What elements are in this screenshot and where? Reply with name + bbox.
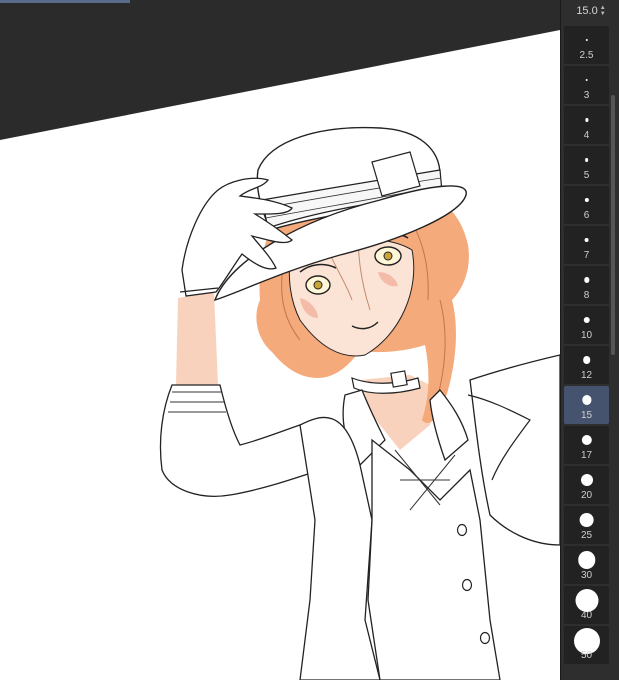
current-size-value: 15.0 (576, 5, 598, 17)
brush-size-label: 20 (580, 490, 593, 501)
forearm-skin (176, 292, 218, 385)
brush-preview-dot (584, 197, 589, 203)
brush-size-readout[interactable]: 15.0 ▲ ▼ (565, 2, 617, 20)
brush-preview-dot (575, 588, 598, 612)
brush-size-item[interactable]: 5 (564, 146, 609, 184)
brush-size-label: 50 (580, 650, 593, 661)
right-pupil (383, 251, 393, 261)
brush-size-item[interactable]: 50 (564, 626, 609, 664)
brush-size-item[interactable]: 30 (564, 546, 609, 584)
brush-size-label: 10 (580, 330, 593, 341)
button-2 (461, 578, 473, 592)
brush-size-item[interactable]: 40 (564, 586, 609, 624)
brush-size-label: 2.5 (579, 50, 594, 61)
left-pupil (313, 280, 323, 290)
button-1 (456, 523, 468, 537)
size-stepper-icon[interactable]: ▲ ▼ (600, 5, 606, 17)
brush-size-item[interactable]: 17 (564, 426, 609, 464)
brush-list-scrollbar[interactable] (611, 95, 615, 355)
brush-preview-dot (584, 118, 589, 122)
button-3 (479, 631, 491, 645)
brush-size-label: 17 (580, 450, 593, 461)
brush-size-item[interactable]: 10 (564, 306, 609, 344)
choker-buckle (390, 370, 408, 388)
brush-preview-dot (581, 395, 592, 405)
brush-size-item[interactable]: 4 (564, 106, 609, 144)
brush-preview-dot (580, 474, 593, 486)
brush-size-label: 6 (583, 210, 590, 221)
brush-size-item[interactable]: 3 (564, 66, 609, 104)
brush-preview-dot (584, 158, 589, 162)
drawing-canvas[interactable] (0, 0, 560, 680)
brush-size-label: 12 (580, 370, 593, 381)
brush-size-item[interactable]: 2.5 (564, 26, 609, 64)
brush-size-item[interactable]: 6 (564, 186, 609, 224)
brush-size-item[interactable]: 8 (564, 266, 609, 304)
brush-preview-dot (585, 78, 588, 82)
brush-size-list: 2.5 3 4 5 6 7 8 10 12 15 17 20 25 30 40 50 (564, 26, 609, 666)
brush-preview-dot (579, 512, 594, 528)
brush-preview-dot (584, 237, 589, 243)
brush-size-item[interactable]: 7 (564, 226, 609, 264)
artwork (0, 30, 560, 680)
brush-size-item[interactable]: 15 (564, 386, 609, 424)
brush-size-label: 3 (583, 90, 590, 101)
brush-preview-dot (583, 316, 590, 324)
brush-preview-dot (585, 38, 588, 42)
chevron-down-icon[interactable]: ▼ (600, 11, 606, 17)
brush-preview-dot (581, 434, 592, 446)
brush-size-label: 15 (580, 410, 593, 421)
brush-size-label: 40 (580, 610, 593, 621)
brush-size-panel: 15.0 ▲ ▼ 2.5 3 4 5 6 7 8 10 12 15 17 20 25 30 40 50 (560, 0, 619, 680)
brush-size-label: 8 (583, 290, 590, 301)
brush-preview-dot (582, 356, 591, 364)
brush-size-item[interactable]: 12 (564, 346, 609, 384)
brush-size-item[interactable]: 25 (564, 506, 609, 544)
brush-size-label: 30 (580, 570, 593, 581)
brush-size-label: 4 (583, 130, 590, 141)
brush-preview-dot (577, 551, 596, 569)
brush-size-item[interactable]: 20 (564, 466, 609, 504)
brush-size-label: 5 (583, 170, 590, 181)
brush-preview-dot (583, 277, 590, 283)
brush-size-label: 25 (580, 530, 593, 541)
brush-size-label: 7 (583, 250, 590, 261)
